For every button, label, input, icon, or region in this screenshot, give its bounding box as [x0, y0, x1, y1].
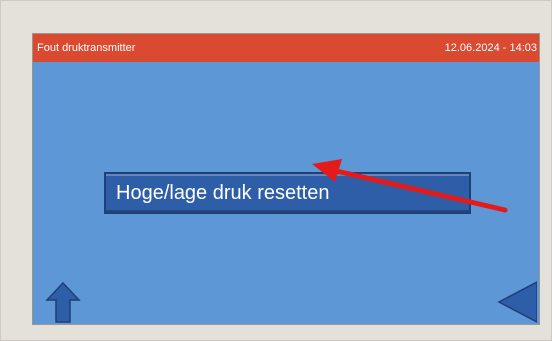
- home-icon[interactable]: [45, 280, 81, 324]
- error-title: Fout druktransmitter: [37, 42, 136, 54]
- red-arrow-annotation: [312, 159, 508, 213]
- header-bar: Fout druktransmitter 12.06.2024 - 14:03: [33, 34, 539, 62]
- date-time: 12.06.2024 - 14:03: [444, 42, 537, 54]
- device-frame: Fout druktransmitter 12.06.2024 - 14:03 …: [0, 0, 552, 341]
- back-triangle-icon[interactable]: [495, 280, 537, 324]
